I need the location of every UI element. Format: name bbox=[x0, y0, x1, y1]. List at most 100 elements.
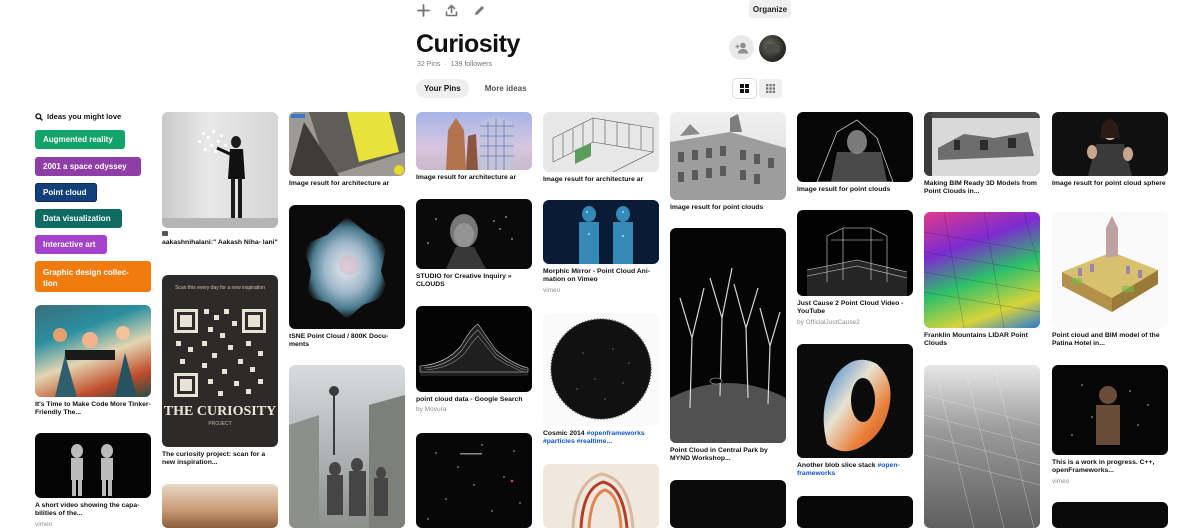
board-toolbar bbox=[415, 0, 487, 20]
pin-card[interactable] bbox=[797, 496, 913, 528]
pin-card[interactable]: tSNE Point Cloud / 800K Docu- ments bbox=[289, 205, 405, 350]
pin-image[interactable] bbox=[35, 305, 151, 397]
pin-caption: STUDIO for Creative Inquiry » CLOUDS bbox=[416, 273, 512, 289]
pin-card[interactable]: Just Cause 2 Point Cloud Video - YouTube… bbox=[797, 210, 913, 326]
pin-image[interactable] bbox=[670, 228, 786, 443]
pin-card[interactable] bbox=[162, 484, 278, 528]
compact-grid-view-button[interactable] bbox=[759, 79, 782, 98]
idea-chip-augmented-reality[interactable]: Augmented reality bbox=[35, 130, 125, 149]
pin-image[interactable] bbox=[670, 112, 786, 200]
pin-card[interactable]: Morphic Mirror - Point Cloud Ani- mation… bbox=[543, 200, 659, 294]
pin-card[interactable] bbox=[416, 433, 532, 528]
idea-chip-data-visualization[interactable]: Data visualization bbox=[35, 209, 122, 228]
ideas-heading: Ideas you might love bbox=[35, 112, 121, 121]
owner-avatar[interactable] bbox=[759, 35, 786, 62]
pin-image[interactable] bbox=[924, 112, 1040, 176]
pin-image[interactable] bbox=[797, 496, 913, 528]
pin-card[interactable] bbox=[924, 365, 1040, 528]
board-stats: 32 Pins · 139 followers bbox=[417, 61, 492, 68]
pin-caption: tSNE Point Cloud / 800K Docu- ments bbox=[289, 333, 389, 349]
pin-caption: A short video showing the capa- bilities… bbox=[35, 502, 140, 518]
pin-image[interactable] bbox=[289, 205, 405, 329]
pin-card[interactable]: point cloud data - Google Search by Movu… bbox=[416, 306, 532, 413]
pin-card[interactable]: Point cloud and BIM model of the Patina … bbox=[1052, 212, 1168, 349]
pin-image[interactable] bbox=[289, 112, 405, 176]
pin-image[interactable] bbox=[543, 464, 659, 528]
pin-card[interactable]: A short video showing the capa- bilities… bbox=[35, 433, 151, 528]
pin-caption: Franklin Mountains LIDAR Point Clouds bbox=[924, 332, 1028, 348]
pin-image[interactable] bbox=[416, 199, 532, 269]
pin-source: vimeo bbox=[1052, 477, 1070, 485]
pin-card[interactable] bbox=[670, 480, 786, 528]
pin-card[interactable]: Image result for architecture ar bbox=[416, 112, 532, 182]
pin-image[interactable] bbox=[35, 433, 151, 498]
pin-caption: Point cloud and BIM model of the Patina … bbox=[1052, 332, 1160, 348]
pin-image[interactable] bbox=[416, 433, 532, 528]
idea-chip-point-cloud[interactable]: Point cloud bbox=[35, 183, 97, 202]
pin-image[interactable] bbox=[543, 112, 659, 172]
pin-card[interactable]: Image result for architecture ar bbox=[543, 112, 659, 184]
pin-source: by OfficialJustCause2 bbox=[797, 318, 860, 326]
pin-image[interactable] bbox=[1052, 112, 1168, 176]
pin-card[interactable]: Another blob slice stack #open- framewor… bbox=[797, 344, 913, 479]
pin-image[interactable] bbox=[670, 480, 786, 528]
pin-caption: aakashnihalani:" Aakash Niha- lani" bbox=[162, 239, 278, 246]
pin-image[interactable] bbox=[543, 313, 659, 426]
pin-caption: Point Cloud in Central Park by MYND Work… bbox=[670, 447, 768, 463]
tab-more-ideas[interactable]: More ideas bbox=[477, 79, 535, 98]
poster-scan-text: Scan this every day for a new inspiratio… bbox=[175, 285, 265, 291]
pin-image[interactable] bbox=[416, 306, 532, 392]
idea-chip-graphic-design-collection[interactable]: Graphic design collec- tion bbox=[35, 261, 151, 292]
pin-image[interactable] bbox=[1052, 502, 1168, 528]
pin-image[interactable] bbox=[1052, 365, 1168, 455]
pin-card[interactable]: Image result for architecture ar bbox=[289, 112, 405, 188]
pin-card[interactable]: aakashnihalani:" Aakash Niha- lani" bbox=[162, 112, 278, 247]
add-collaborator-button[interactable] bbox=[729, 35, 754, 60]
pin-image[interactable] bbox=[797, 344, 913, 458]
pin-card[interactable]: Image result for point clouds bbox=[670, 112, 786, 212]
idea-chip-2001-space-odyssey[interactable]: 2001 a space odyssey bbox=[35, 157, 141, 176]
pin-caption: Just Cause 2 Point Cloud Video - YouTube bbox=[797, 300, 904, 316]
pin-image[interactable]: Scan this every day for a new inspiratio… bbox=[162, 275, 278, 447]
pin-source: vimeo bbox=[35, 520, 53, 528]
pin-image[interactable] bbox=[797, 210, 913, 296]
pin-image[interactable] bbox=[162, 484, 278, 528]
pin-image[interactable] bbox=[162, 112, 278, 228]
followers-count[interactable]: 139 followers bbox=[451, 61, 492, 68]
pin-caption-text: Cosmic 2014 bbox=[543, 430, 587, 437]
pin-card[interactable]: Image result for point clouds bbox=[797, 112, 913, 194]
pin-card[interactable]: Scan this every day for a new inspiratio… bbox=[162, 275, 278, 468]
pin-image[interactable] bbox=[289, 365, 405, 528]
edit-icon[interactable] bbox=[471, 2, 487, 18]
pin-card[interactable]: It's Time to Make Code More Tinker-Frien… bbox=[35, 305, 151, 418]
pin-card[interactable] bbox=[543, 464, 659, 528]
default-grid-view-button[interactable] bbox=[733, 79, 756, 98]
pin-card[interactable]: Making BIM Ready 3D Models from Point Cl… bbox=[924, 112, 1040, 197]
pin-caption-text: Another blob slice stack bbox=[797, 462, 878, 469]
pin-card[interactable]: STUDIO for Creative Inquiry » CLOUDS bbox=[416, 199, 532, 290]
pin-image[interactable] bbox=[416, 112, 532, 170]
pin-image[interactable] bbox=[543, 200, 659, 264]
pin-image[interactable] bbox=[797, 112, 913, 182]
pin-image[interactable] bbox=[924, 212, 1040, 328]
tab-your-pins[interactable]: Your Pins bbox=[416, 79, 469, 98]
pin-source: by Movura bbox=[416, 406, 447, 414]
share-icon[interactable] bbox=[443, 2, 459, 18]
pin-card[interactable]: Point Cloud in Central Park by MYND Work… bbox=[670, 228, 786, 464]
pin-card[interactable]: Image result for point cloud sphere bbox=[1052, 112, 1168, 188]
idea-chip-interactive-art[interactable]: Interactive art bbox=[35, 235, 107, 254]
pin-source: vimeo bbox=[543, 286, 561, 294]
pin-card[interactable]: Cosmic 2014 #openframeworks #particles #… bbox=[543, 313, 659, 447]
pin-card[interactable] bbox=[289, 365, 405, 528]
pin-card[interactable] bbox=[1052, 502, 1168, 528]
pin-image[interactable] bbox=[924, 365, 1040, 528]
pin-card[interactable]: This is a work in progress. C++, openFra… bbox=[1052, 365, 1168, 485]
pin-caption: Image result for architecture ar bbox=[416, 174, 517, 181]
video-icon bbox=[162, 231, 168, 236]
pin-image[interactable] bbox=[1052, 212, 1168, 328]
search-icon bbox=[35, 112, 43, 121]
pin-card[interactable]: Franklin Mountains LIDAR Point Clouds bbox=[924, 212, 1040, 349]
meta-separator: · bbox=[444, 61, 447, 68]
add-icon[interactable] bbox=[415, 2, 431, 18]
organize-button[interactable]: Organize bbox=[749, 0, 791, 18]
